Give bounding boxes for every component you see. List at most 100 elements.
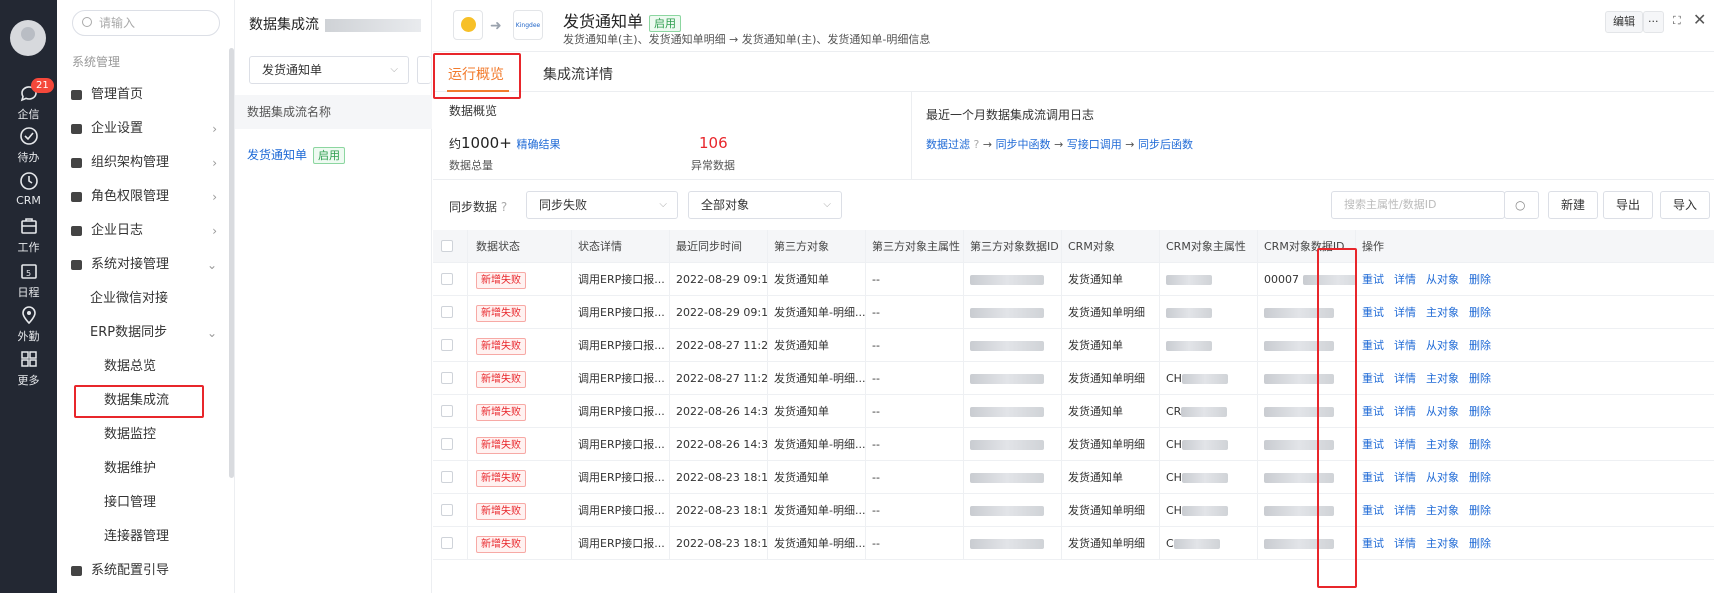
sidebar-item-roles[interactable]: 角色权限管理 › [57, 180, 235, 214]
rail-item-crm[interactable]: CRM [0, 170, 57, 207]
sidebar-item-data-monitor[interactable]: 数据监控 [57, 418, 235, 452]
sidebar-item-home[interactable]: 管理首页 [57, 78, 235, 112]
tab-flow-detail[interactable]: 集成流详情 [543, 64, 613, 84]
sidebar-item-erp-sync[interactable]: ERP数据同步 ⌄ [57, 316, 235, 350]
sidebar-item-wecom[interactable]: 企业微信对接 [57, 282, 235, 316]
related-object-button[interactable]: 主对象 [1426, 372, 1459, 385]
delete-button[interactable]: 删除 [1469, 339, 1491, 352]
table-row[interactable]: 新增失败调用ERP接口报...2022-08-29 09:1...发货通知单--… [433, 263, 1714, 296]
more-button[interactable]: ··· [1643, 11, 1664, 33]
sidebar-scrollbar[interactable] [229, 48, 234, 478]
new-button[interactable]: 新建 [1548, 191, 1599, 219]
sidebar-item-api-manage[interactable]: 接口管理 [57, 486, 235, 520]
table-row[interactable]: 新增失败 调用ERP接口报...2022-08-27 11:2...发货通知单-明… [433, 362, 1714, 395]
log-step-write-api[interactable]: 写接口调用 [1067, 138, 1122, 151]
table-row[interactable]: 新增失败 调用ERP接口报...2022-08-29 09:1...发货通知单-明… [433, 296, 1714, 329]
delete-button[interactable]: 删除 [1469, 504, 1491, 517]
table-row[interactable]: 新增失败调用ERP接口报...2022-08-26 14:3...发货通知单--… [433, 395, 1714, 428]
related-object-button[interactable]: 主对象 [1426, 537, 1459, 550]
row-checkbox[interactable] [441, 339, 453, 351]
delete-button[interactable]: 删除 [1469, 471, 1491, 484]
rail-item-calendar[interactable]: 5 日程 [0, 260, 57, 300]
related-object-button[interactable]: 从对象 [1426, 471, 1459, 484]
log-step-mid-function[interactable]: 同步中函数 [996, 138, 1051, 151]
retry-button[interactable]: 重试 [1362, 339, 1384, 352]
detail-button[interactable]: 详情 [1394, 504, 1416, 517]
sidebar-item-company-settings[interactable]: 企业设置 › [57, 112, 235, 146]
row-checkbox[interactable] [441, 438, 453, 450]
flow-filter-secondary[interactable] [417, 56, 431, 84]
table-row[interactable]: 新增失败调用ERP接口报...2022-08-23 18:1...发货通知单--… [433, 461, 1714, 494]
error-count[interactable]: 106 [699, 134, 728, 152]
select-all-checkbox[interactable] [441, 240, 453, 252]
data-search-input[interactable]: 搜索主属性/数据ID [1331, 191, 1505, 219]
detail-button[interactable]: 详情 [1394, 372, 1416, 385]
related-object-button[interactable]: 主对象 [1426, 306, 1459, 319]
log-step-post-function[interactable]: 同步后函数 [1138, 138, 1193, 151]
maximize-icon[interactable]: ⛶ [1673, 14, 1681, 28]
sync-status-select[interactable]: 同步失败 ⌵ [526, 191, 678, 219]
table-row[interactable]: 新增失败调用ERP接口报...2022-08-27 11:2...发货通知单--… [433, 329, 1714, 362]
retry-button[interactable]: 重试 [1362, 537, 1384, 550]
table-row[interactable]: 新增失败 调用ERP接口报...2022-08-23 18:1...发货通知单-明… [433, 527, 1714, 560]
export-button[interactable]: 导出 [1603, 191, 1654, 219]
retry-button[interactable]: 重试 [1362, 273, 1384, 286]
rail-item-todo[interactable]: 待办 [0, 125, 57, 165]
retry-button[interactable]: 重试 [1362, 405, 1384, 418]
sidebar-item-logs[interactable]: 企业日志 › [57, 214, 235, 248]
delete-button[interactable]: 删除 [1469, 537, 1491, 550]
search-button[interactable]: ○ [1504, 191, 1539, 219]
detail-button[interactable]: 详情 [1394, 405, 1416, 418]
table-row[interactable]: 新增失败 调用ERP接口报...2022-08-23 18:1...发货通知单-明… [433, 494, 1714, 527]
row-checkbox[interactable] [441, 405, 453, 417]
edit-button[interactable]: 编辑 [1605, 11, 1643, 33]
sidebar-item-data-overview[interactable]: 数据总览 [57, 350, 235, 384]
detail-button[interactable]: 详情 [1394, 339, 1416, 352]
log-step-filter[interactable]: 数据过滤 [926, 138, 970, 151]
avatar[interactable] [10, 20, 46, 56]
sidebar-item-connector[interactable]: 连接器管理 [57, 520, 235, 554]
row-checkbox[interactable] [441, 372, 453, 384]
row-checkbox[interactable] [441, 537, 453, 549]
retry-button[interactable]: 重试 [1362, 504, 1384, 517]
delete-button[interactable]: 删除 [1469, 273, 1491, 286]
sidebar-search-input[interactable]: 请输入 [72, 10, 220, 36]
object-select[interactable]: 全部对象 ⌵ [688, 191, 842, 219]
rail-item-more[interactable]: 更多 [0, 348, 57, 388]
retry-button[interactable]: 重试 [1362, 372, 1384, 385]
import-button[interactable]: 导入 [1660, 191, 1711, 219]
table-row[interactable]: 新增失败 调用ERP接口报...2022-08-26 14:3...发货通知单-明… [433, 428, 1714, 461]
row-checkbox[interactable] [441, 504, 453, 516]
related-object-button[interactable]: 主对象 [1426, 504, 1459, 517]
close-icon[interactable]: ✕ [1693, 10, 1706, 29]
delete-button[interactable]: 删除 [1469, 405, 1491, 418]
related-object-button[interactable]: 主对象 [1426, 438, 1459, 451]
retry-button[interactable]: 重试 [1362, 438, 1384, 451]
row-checkbox[interactable] [441, 306, 453, 318]
detail-button[interactable]: 详情 [1394, 273, 1416, 286]
detail-button[interactable]: 详情 [1394, 306, 1416, 319]
sidebar-item-integration[interactable]: 系统对接管理 ⌄ [57, 248, 235, 282]
rail-item-qixin[interactable]: 21 企信 [0, 78, 57, 122]
delete-button[interactable]: 删除 [1469, 438, 1491, 451]
rail-item-field[interactable]: 外勤 [0, 304, 57, 344]
flow-filter-select[interactable]: 发货通知单 ⌵ [249, 56, 409, 84]
detail-button[interactable]: 详情 [1394, 438, 1416, 451]
detail-button[interactable]: 详情 [1394, 471, 1416, 484]
retry-button[interactable]: 重试 [1362, 471, 1384, 484]
related-object-button[interactable]: 从对象 [1426, 405, 1459, 418]
flow-list-item[interactable]: 发货通知单 启用 [247, 146, 346, 164]
rail-item-work[interactable]: 工作 [0, 215, 57, 255]
detail-button[interactable]: 详情 [1394, 537, 1416, 550]
sidebar-item-org[interactable]: 组织架构管理 › [57, 146, 235, 180]
related-object-button[interactable]: 从对象 [1426, 273, 1459, 286]
sidebar-item-config-guide[interactable]: 系统配置引导 [57, 554, 235, 588]
retry-button[interactable]: 重试 [1362, 306, 1384, 319]
related-object-button[interactable]: 从对象 [1426, 339, 1459, 352]
sidebar-item-data-maintain[interactable]: 数据维护 [57, 452, 235, 486]
exact-result-link[interactable]: 精确结果 [517, 138, 561, 151]
delete-button[interactable]: 删除 [1469, 372, 1491, 385]
delete-button[interactable]: 删除 [1469, 306, 1491, 319]
row-checkbox[interactable] [441, 273, 453, 285]
row-checkbox[interactable] [441, 471, 453, 483]
